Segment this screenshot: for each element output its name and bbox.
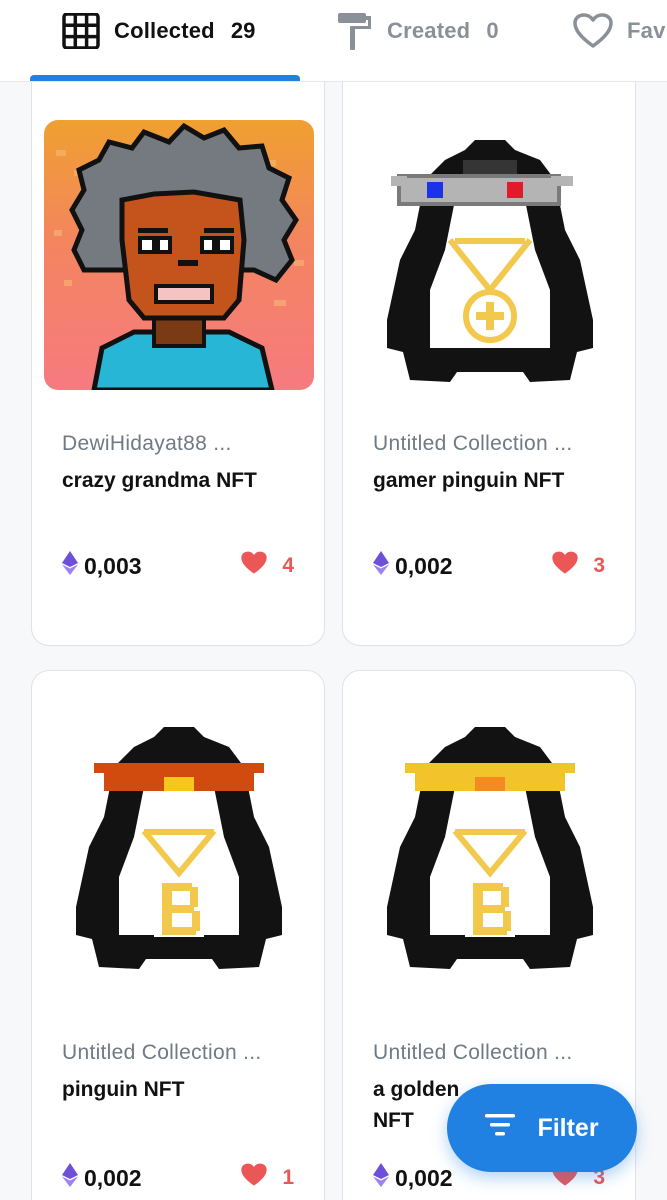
heart-icon [551,551,579,581]
collection-name: Untitled Collection ... [373,432,573,455]
tab-favorited[interactable]: Fav [573,0,666,62]
collection-name: Untitled Collection ... [62,1041,262,1064]
ethereum-icon [62,1163,78,1193]
filter-button-label: Filter [537,1113,599,1142]
nft-grid: DewiHidayat88 ... crazy grandma NFT 0,00… [0,82,667,1200]
pixel-penguin-3d-glasses-image [355,120,625,390]
active-tab-indicator [30,75,300,81]
nft-name: pinguin NFT [62,1078,185,1101]
ethereum-icon [373,1163,389,1193]
nft-name: crazy grandma NFT [62,469,257,492]
nft-card[interactable]: Untitled Collection ... pinguin NFT 0,00… [31,670,325,1200]
pixel-penguin-orange-glasses-image [44,707,314,977]
tab-created[interactable]: Created 0 [337,0,499,62]
price-value: 0,002 [395,1164,453,1191]
tab-created-count: 0 [486,18,499,43]
nft-name: gamer pinguin NFT [373,469,565,492]
price: 0,002 [62,1163,142,1193]
likes-count: 4 [282,554,294,577]
filter-button[interactable]: Filter [447,1084,637,1172]
ethereum-icon [373,551,389,581]
price: 0,003 [62,551,142,581]
likes[interactable]: 4 [240,551,294,581]
likes[interactable]: 3 [551,551,605,581]
nft-card[interactable]: Untitled Collection ... gamer pinguin NF… [342,82,636,646]
tab-created-label: Created [387,18,471,43]
heart-icon [240,1163,268,1193]
profile-tabs: Collected 29 Created 0 Fav [0,0,667,82]
tab-collected[interactable]: Collected 29 [62,0,255,62]
grid-icon [62,13,100,49]
paint-roller-icon [337,11,373,51]
collection-name: DewiHidayat88 ... [62,432,232,455]
ethereum-icon [62,551,78,581]
heart-icon [240,551,268,581]
price: 0,002 [373,1163,453,1193]
tab-collected-count: 29 [230,18,256,43]
pixel-penguin-gold-glasses-image [355,707,625,977]
tab-favorited-label: Fav [627,18,666,43]
heart-outline-icon [573,13,613,49]
filter-lines-icon [485,1113,516,1144]
pixel-grandma-image [44,120,314,390]
price-value: 0,002 [84,1164,142,1191]
nft-card[interactable]: DewiHidayat88 ... crazy grandma NFT 0,00… [31,82,325,646]
price-value: 0,003 [84,552,142,579]
likes-count: 1 [282,1166,294,1189]
collection-name: Untitled Collection ... [373,1041,573,1064]
likes-count: 3 [593,554,605,577]
price: 0,002 [373,551,453,581]
price-value: 0,002 [395,552,453,579]
likes[interactable]: 1 [240,1163,294,1193]
tab-collected-label: Collected [114,18,215,43]
